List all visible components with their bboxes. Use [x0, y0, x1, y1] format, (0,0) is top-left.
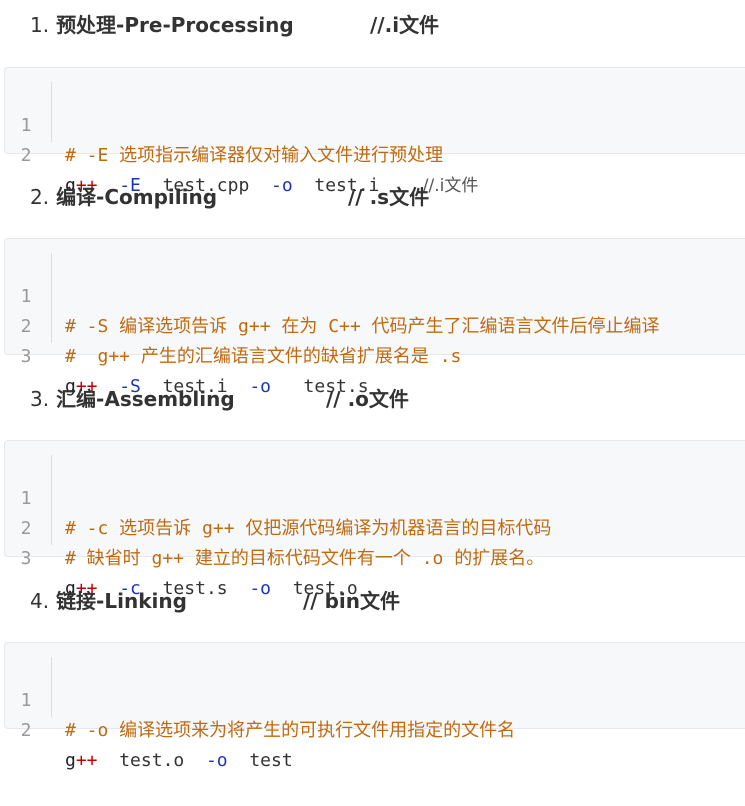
code-line: 2 # 缺省时 g++ 建立的目标代码文件有一个 .o 的扩展名。 — [5, 484, 745, 569]
input-file: test.o — [119, 750, 185, 771]
section-title: 汇编-Assembling — [56, 387, 235, 411]
document-page: 1. 预处理-Pre-Processing //.i文件 1 # -E 选项指示… — [0, 0, 745, 771]
section-output-note: //.i文件 — [370, 13, 440, 37]
code-line: 1 # -o 编译选项来为将产生的可执行文件用指定的文件名 — [5, 656, 745, 741]
output-flag: -o — [249, 376, 271, 397]
code-comment: # 缺省时 g++ 建立的目标代码文件有一个 .o 的扩展名。 — [65, 548, 545, 569]
code-block-compiling: 1 # -S 编译选项告诉 g++ 在为 C++ 代码产生了汇编语言文件后停止编… — [4, 238, 745, 397]
code-block-preprocessing: 1 # -E 选项指示编译器仅对输入文件进行预处理 2 g++ -E test.… — [4, 67, 745, 196]
section-output-note: // bin文件 — [303, 589, 400, 613]
code-line: 2 g++ test.o -o test — [5, 686, 745, 771]
section-heading-linking: 4. 链接-Linking // bin文件 — [30, 586, 400, 616]
code-line: 1 # -S 编译选项告诉 g++ 在为 C++ 代码产生了汇编语言文件后停止编… — [5, 252, 745, 337]
section-number: 3. — [30, 387, 50, 411]
section-heading-assembling: 3. 汇编-Assembling // .o文件 — [30, 384, 409, 414]
section-number: 1. — [30, 13, 50, 37]
compiler-suffix: ++ — [75, 750, 98, 771]
section-title: 编译-Compiling — [56, 185, 218, 209]
code-comment: # g++ 产生的汇编语言文件的缺省扩展名是 .s — [65, 346, 462, 367]
section-heading-compiling: 2. 编译-Compiling // .s文件 — [30, 182, 429, 212]
code-line: 1 # -c 选项告诉 g++ 仅把源代码编译为机器语言的目标代码 — [5, 454, 745, 539]
section-heading-preprocessing: 1. 预处理-Pre-Processing //.i文件 — [30, 10, 439, 40]
output-file: test — [249, 750, 293, 771]
inline-note: //.i文件 — [422, 176, 479, 196]
code-line: 1 # -E 选项指示编译器仅对输入文件进行预处理 — [5, 81, 745, 166]
line-number: 3 — [20, 346, 32, 367]
section-title: 预处理-Pre-Processing — [56, 13, 294, 37]
output-flag: -o — [249, 578, 271, 599]
compiler-name: g — [65, 750, 76, 771]
section-number: 4. — [30, 589, 50, 613]
code-block-linking: 1 # -o 编译选项来为将产生的可执行文件用指定的文件名 2 g++ test… — [4, 642, 745, 771]
line-number: 2 — [20, 145, 32, 166]
section-output-note: // .s文件 — [348, 185, 430, 209]
output-flag: -o — [205, 750, 228, 771]
line-number: 2 — [20, 720, 32, 741]
code-block-assembling: 1 # -c 选项告诉 g++ 仅把源代码编译为机器语言的目标代码 2 # 缺省… — [4, 440, 745, 599]
section-number: 2. — [30, 185, 50, 209]
code-comment: # -E 选项指示编译器仅对输入文件进行预处理 — [65, 145, 444, 166]
code-command: g++ test.o -o test — [65, 746, 293, 776]
section-title: 链接-Linking — [56, 589, 187, 613]
code-line: 2 g++ -E test.cpp -o test.i //.i文件 — [5, 111, 745, 196]
output-flag: -o — [270, 175, 293, 196]
code-line: 2 # g++ 产生的汇编语言文件的缺省扩展名是 .s — [5, 282, 745, 367]
section-output-note: // .o文件 — [326, 387, 409, 411]
code-line: 3 g++ -c test.s -o test.o — [5, 514, 745, 599]
line-number: 3 — [20, 548, 32, 569]
code-comment: # -o 编译选项来为将产生的可执行文件用指定的文件名 — [65, 720, 516, 741]
code-line: 3 g++ -S test.i -o test.s — [5, 312, 745, 397]
